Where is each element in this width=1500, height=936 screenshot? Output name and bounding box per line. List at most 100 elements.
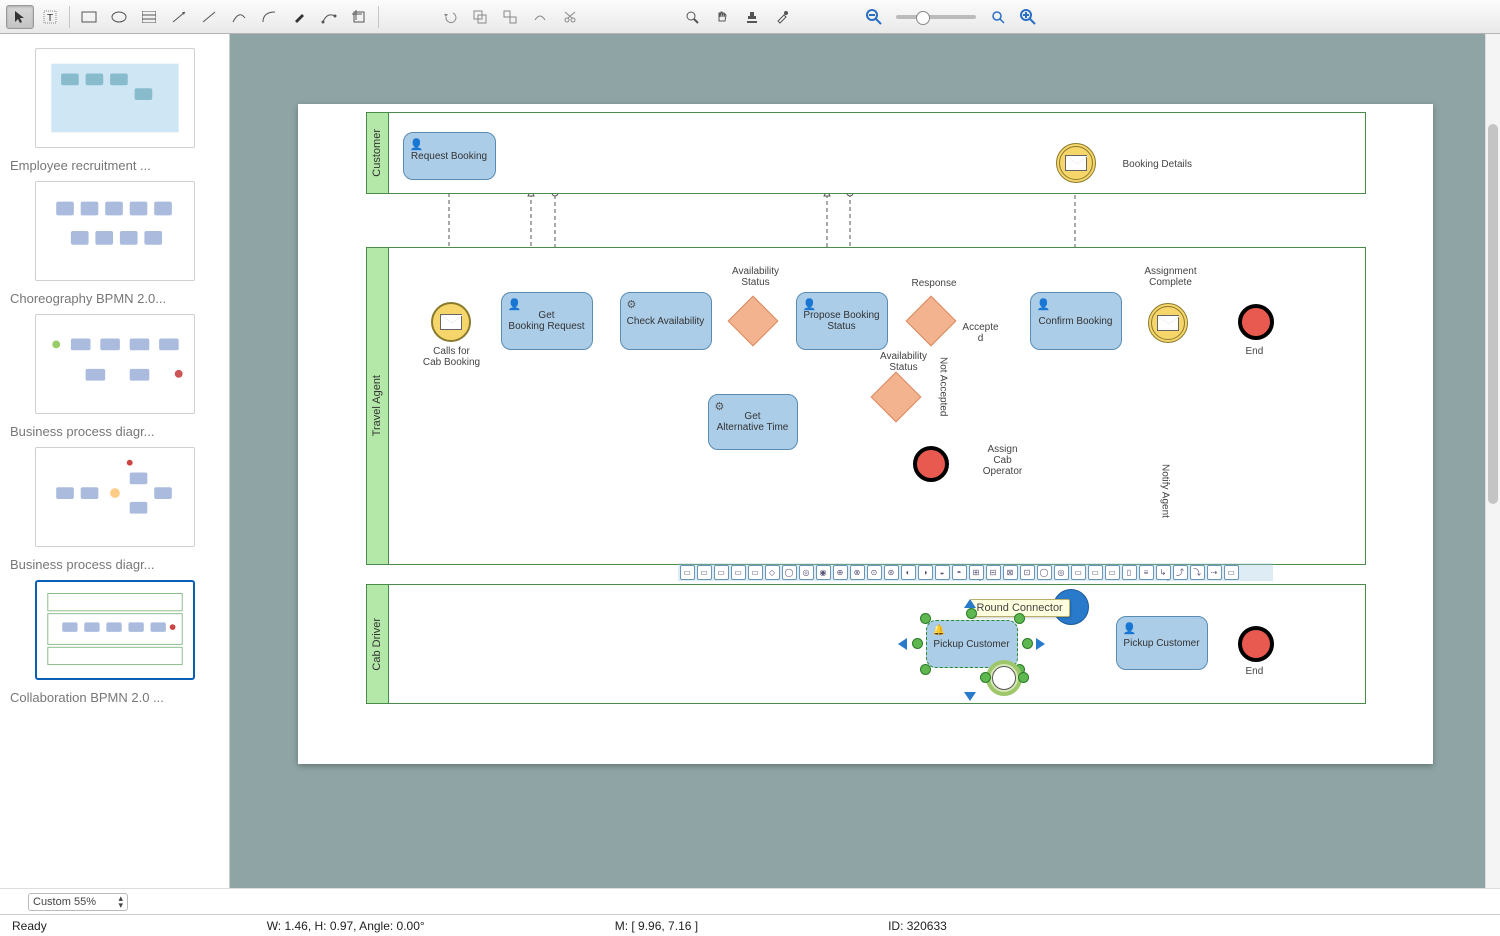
sel-handle[interactable] — [920, 613, 931, 624]
sel-handle[interactable] — [912, 638, 923, 649]
shape-opt[interactable]: ▭ — [714, 565, 729, 580]
shape-opt[interactable]: ◉ — [816, 565, 831, 580]
shape-opt[interactable]: ⇢ — [1207, 565, 1222, 580]
shape-opt[interactable]: ▭ — [1105, 565, 1120, 580]
zoom-slider[interactable] — [896, 15, 976, 19]
diagram-canvas[interactable]: Customer 👤Request Booking Booking Detail… — [298, 104, 1433, 764]
shape-opt[interactable]: ⊠ — [1003, 565, 1018, 580]
shape-opt[interactable]: ◐ — [901, 565, 916, 580]
ellipse-tool[interactable] — [105, 5, 133, 29]
task-get-booking-request[interactable]: 👤Get Booking Request — [501, 292, 593, 350]
shape-opt[interactable]: ⊙ — [867, 565, 882, 580]
curve-tool[interactable] — [225, 5, 253, 29]
zoom-in-btn[interactable] — [1014, 5, 1042, 29]
shape-opt[interactable]: ▭ — [748, 565, 763, 580]
zoom-out-btn[interactable] — [860, 5, 888, 29]
table-tool[interactable] — [135, 5, 163, 29]
shape-opt[interactable]: ▭ — [1088, 565, 1103, 580]
task-propose-booking-status[interactable]: 👤Propose Booking Status — [796, 292, 888, 350]
task-confirm-booking[interactable]: 👤Confirm Booking — [1030, 292, 1122, 350]
task-pickup-customer-2[interactable]: 👤Pickup Customer — [1116, 616, 1208, 670]
page-label-2: Business process diagr... — [10, 424, 219, 439]
group-tool[interactable] — [466, 5, 494, 29]
task-get-alt-time[interactable]: ⚙Get Alternative Time — [708, 394, 798, 450]
pool-header-travel-agent: Travel Agent — [371, 375, 383, 436]
sel-handle[interactable] — [1022, 638, 1033, 649]
sel-handle[interactable] — [920, 664, 931, 675]
path-op-tool[interactable] — [526, 5, 554, 29]
shape-opt[interactable]: ◯ — [782, 565, 797, 580]
pool-cab-driver[interactable]: Cab Driver — [366, 584, 1366, 704]
page-thumb-2[interactable] — [35, 314, 195, 414]
pointer-tool[interactable] — [6, 5, 34, 29]
shape-opt[interactable]: ⊞ — [969, 565, 984, 580]
line-tool[interactable] — [195, 5, 223, 29]
message-event-booking-details[interactable] — [1056, 143, 1096, 183]
rect-tool[interactable] — [75, 5, 103, 29]
page-thumb-0[interactable] — [35, 48, 195, 148]
hand-tool[interactable] — [708, 5, 736, 29]
sel-handle[interactable] — [1018, 672, 1029, 683]
eyedropper-tool[interactable] — [768, 5, 796, 29]
ungroup-tool[interactable] — [496, 5, 524, 29]
end-event-3[interactable] — [1238, 626, 1274, 662]
shape-opt[interactable]: ⤴ — [1173, 565, 1188, 580]
timer-event[interactable] — [986, 660, 1022, 696]
pages-sidebar: Employee recruitment ... Choreography BP… — [0, 34, 230, 888]
path-edit-tool[interactable] — [315, 5, 343, 29]
end-event-1[interactable] — [913, 446, 949, 482]
start-event-calls[interactable] — [431, 302, 471, 342]
connector-tool[interactable] — [165, 5, 193, 29]
stamp-tool[interactable] — [738, 5, 766, 29]
page-thumb-3[interactable] — [35, 447, 195, 547]
task-check-availability[interactable]: ⚙Check Availability — [620, 292, 712, 350]
shape-opt[interactable]: ⊕ — [833, 565, 848, 580]
page-thumb-1[interactable] — [35, 181, 195, 281]
shape-opt[interactable]: ◎ — [1054, 565, 1069, 580]
sel-handle[interactable] — [980, 672, 991, 683]
shape-opt[interactable]: ◓ — [952, 565, 967, 580]
sel-handle[interactable] — [1014, 613, 1025, 624]
shape-opt[interactable]: ⊗ — [850, 565, 865, 580]
shape-opt[interactable]: ▭ — [1224, 565, 1239, 580]
text-tool[interactable]: T — [36, 5, 64, 29]
shape-opt[interactable]: ⊟ — [986, 565, 1001, 580]
pen-tool[interactable] — [285, 5, 313, 29]
shape-opt[interactable]: ▭ — [1071, 565, 1086, 580]
arc-tool[interactable] — [255, 5, 283, 29]
zoom-fit-btn[interactable] — [984, 5, 1012, 29]
zoom-tool[interactable] — [678, 5, 706, 29]
shape-opt[interactable]: ◇ — [765, 565, 780, 580]
vertical-scrollbar[interactable] — [1485, 34, 1500, 888]
shape-opt[interactable]: ◎ — [799, 565, 814, 580]
shape-opt[interactable]: ▭ — [731, 565, 746, 580]
shape-opt[interactable]: ≡ — [1139, 565, 1154, 580]
shape-opt[interactable]: ◒ — [935, 565, 950, 580]
scissors-tool[interactable] — [556, 5, 584, 29]
crop-tool[interactable] — [345, 5, 373, 29]
sel-arrow-down[interactable] — [964, 692, 976, 701]
shape-opt[interactable]: ↳ — [1156, 565, 1171, 580]
page-thumb-4[interactable] — [35, 580, 195, 680]
message-event-assignment[interactable] — [1148, 303, 1188, 343]
task-request-booking[interactable]: 👤Request Booking — [403, 132, 496, 180]
zoom-select[interactable]: Custom 55%▴▾ — [28, 893, 128, 911]
shape-opt[interactable]: ◑ — [918, 565, 933, 580]
pool-customer[interactable]: Customer — [366, 112, 1366, 194]
shape-opt[interactable]: ▭ — [697, 565, 712, 580]
shape-picker-bar[interactable]: ▭▭▭▭▭◇◯◎◉⊕⊗⊙⊛◐◑◒◓⊞⊟⊠⊡◯◎▭▭▭▯≡↳⤴⤵⇢▭ — [678, 563, 1273, 581]
shape-opt[interactable]: ⤵ — [1190, 565, 1205, 580]
undo-tool[interactable] — [436, 5, 464, 29]
sel-handle[interactable] — [966, 608, 977, 619]
shape-opt[interactable]: ⊛ — [884, 565, 899, 580]
end-event-2[interactable] — [1238, 304, 1274, 340]
sel-arrow-left[interactable] — [898, 638, 907, 650]
shape-opt[interactable]: ◯ — [1037, 565, 1052, 580]
shape-opt[interactable]: ▯ — [1122, 565, 1137, 580]
main-toolbar: T — [0, 0, 1500, 34]
canvas-viewport[interactable]: Customer 👤Request Booking Booking Detail… — [230, 34, 1500, 888]
sel-arrow-right[interactable] — [1036, 638, 1045, 650]
sel-arrow-up[interactable] — [964, 599, 976, 608]
shape-opt[interactable]: ▭ — [680, 565, 695, 580]
shape-opt[interactable]: ⊡ — [1020, 565, 1035, 580]
